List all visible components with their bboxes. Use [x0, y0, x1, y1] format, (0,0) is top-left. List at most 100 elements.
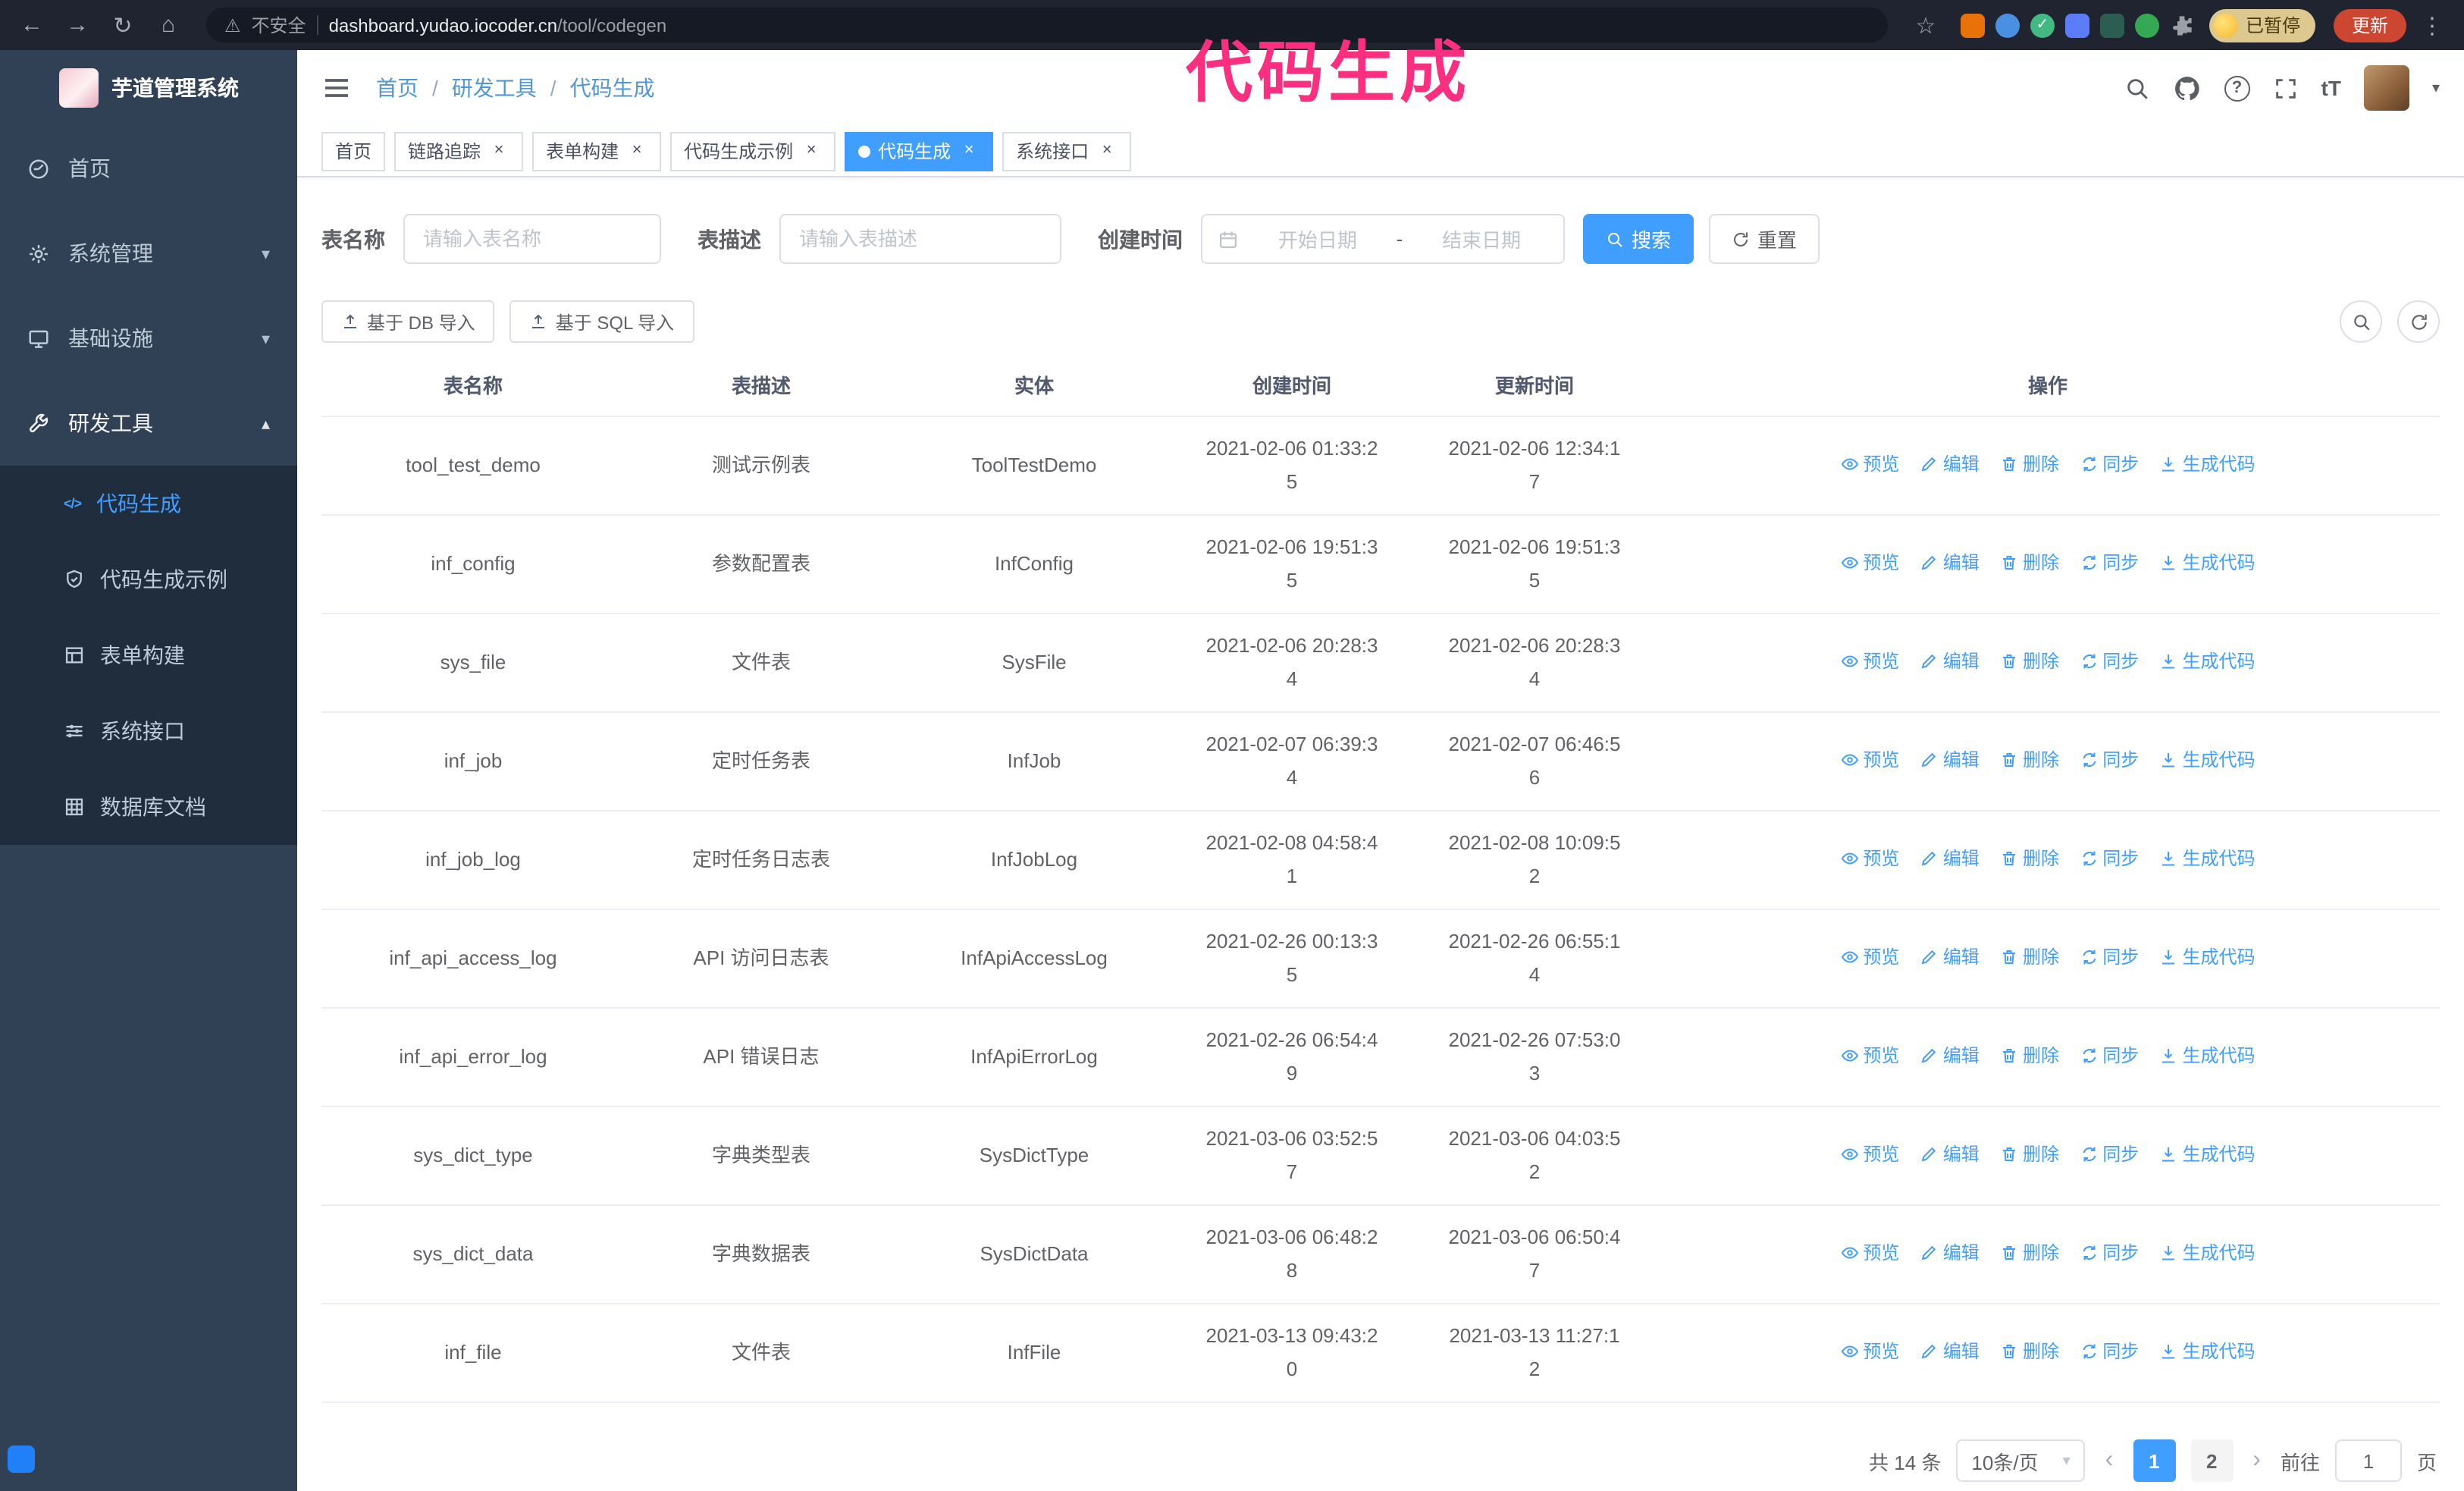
- bottom-left-blue-badge[interactable]: [8, 1445, 35, 1473]
- sidebar-item-home[interactable]: 首页: [0, 126, 297, 211]
- edit-link[interactable]: 编辑: [1920, 447, 1980, 481]
- preview-link[interactable]: 预览: [1840, 546, 1899, 579]
- font-size-icon[interactable]: tT: [2321, 76, 2341, 100]
- preview-link[interactable]: 预览: [1840, 1039, 1899, 1072]
- page-size-select[interactable]: 10条/页 ▾: [1956, 1439, 2086, 1482]
- user-avatar[interactable]: [2363, 65, 2409, 111]
- generate-code-link[interactable]: 生成代码: [2160, 1236, 2256, 1270]
- extensions-puzzle-icon[interactable]: [2170, 13, 2194, 37]
- edit-link[interactable]: 编辑: [1920, 645, 1980, 678]
- sidebar-item-system-management[interactable]: 系统管理 ▾: [0, 211, 297, 296]
- delete-link[interactable]: 删除: [2000, 1335, 2059, 1368]
- tab-codegen[interactable]: 代码生成 ×: [845, 131, 994, 171]
- import-sql-button[interactable]: 基于 SQL 导入: [509, 300, 694, 343]
- preview-link[interactable]: 预览: [1840, 743, 1899, 777]
- address-bar[interactable]: ⚠ 不安全 dashboard.yudao.iocoder.cn/tool/co…: [206, 8, 1888, 42]
- extension-icon-green-leaf[interactable]: [2134, 13, 2159, 37]
- tab-system-api[interactable]: 系统接口 ×: [1002, 131, 1132, 171]
- refresh-table-button[interactable]: [2397, 300, 2440, 343]
- chrome-update-button[interactable]: 更新: [2333, 8, 2406, 42]
- bookmark-star-icon[interactable]: ☆: [1906, 5, 1945, 45]
- generate-code-link[interactable]: 生成代码: [2160, 546, 2256, 579]
- sync-link[interactable]: 同步: [2080, 1039, 2139, 1072]
- edit-link[interactable]: 编辑: [1920, 1335, 1980, 1368]
- preview-link[interactable]: 预览: [1840, 1236, 1899, 1270]
- sync-link[interactable]: 同步: [2080, 1138, 2139, 1171]
- edit-link[interactable]: 编辑: [1920, 1039, 1980, 1072]
- tab-form-builder[interactable]: 表单构建 ×: [532, 131, 662, 171]
- delete-link[interactable]: 删除: [2000, 940, 2059, 974]
- reset-button[interactable]: 重置: [1709, 214, 1820, 264]
- vue-devtools-icon[interactable]: ✓: [2030, 13, 2055, 37]
- sidebar-subitem-form-builder[interactable]: 表单构建: [0, 617, 297, 693]
- delete-link[interactable]: 删除: [2000, 1039, 2059, 1072]
- page-1-button[interactable]: 1: [2133, 1439, 2176, 1482]
- browser-home-icon[interactable]: ⌂: [149, 5, 188, 45]
- avatar-caret-icon[interactable]: ▾: [2432, 80, 2440, 96]
- sidebar-subitem-codegen-example[interactable]: 代码生成示例: [0, 541, 297, 617]
- tab-close-icon[interactable]: ×: [1096, 140, 1118, 162]
- header-search-icon[interactable]: [2124, 75, 2150, 101]
- generate-code-link[interactable]: 生成代码: [2160, 842, 2256, 875]
- sync-link[interactable]: 同步: [2080, 1335, 2139, 1368]
- sync-link[interactable]: 同步: [2080, 645, 2139, 678]
- preview-link[interactable]: 预览: [1840, 1335, 1899, 1368]
- edit-link[interactable]: 编辑: [1920, 743, 1980, 777]
- edit-link[interactable]: 编辑: [1920, 546, 1980, 579]
- delete-link[interactable]: 删除: [2000, 645, 2059, 678]
- extension-icon-dark-green[interactable]: [2099, 13, 2124, 37]
- browser-reload-icon[interactable]: ↻: [103, 5, 143, 45]
- search-button[interactable]: 搜索: [1583, 214, 1694, 264]
- sync-link[interactable]: 同步: [2080, 447, 2139, 481]
- sidebar-subitem-system-api[interactable]: 系统接口: [0, 693, 297, 769]
- generate-code-link[interactable]: 生成代码: [2160, 743, 2256, 777]
- app-logo[interactable]: 芋道管理系统: [0, 50, 297, 126]
- profile-paused-badge[interactable]: 已暂停: [2209, 8, 2315, 42]
- delete-link[interactable]: 删除: [2000, 1236, 2059, 1270]
- delete-link[interactable]: 删除: [2000, 546, 2059, 579]
- sidebar-item-dev-tools[interactable]: 研发工具 ▴: [0, 381, 297, 466]
- sidebar-item-infrastructure[interactable]: 基础设施 ▾: [0, 296, 297, 381]
- generate-code-link[interactable]: 生成代码: [2160, 645, 2256, 678]
- preview-link[interactable]: 预览: [1840, 447, 1899, 481]
- create-time-range-picker[interactable]: 开始日期 - 结束日期: [1201, 214, 1565, 264]
- edit-link[interactable]: 编辑: [1920, 1236, 1980, 1270]
- sync-link[interactable]: 同步: [2080, 546, 2139, 579]
- generate-code-link[interactable]: 生成代码: [2160, 1335, 2256, 1368]
- breadcrumb-home[interactable]: 首页: [376, 73, 419, 103]
- delete-link[interactable]: 删除: [2000, 1138, 2059, 1171]
- delete-link[interactable]: 删除: [2000, 447, 2059, 481]
- sync-link[interactable]: 同步: [2080, 743, 2139, 777]
- sync-link[interactable]: 同步: [2080, 842, 2139, 875]
- tab-close-icon[interactable]: ×: [488, 140, 509, 162]
- help-icon[interactable]: ?: [2224, 75, 2250, 101]
- tab-close-icon[interactable]: ×: [626, 140, 647, 162]
- tab-trace[interactable]: 链路追踪 ×: [394, 131, 524, 171]
- fullscreen-icon[interactable]: [2273, 75, 2299, 101]
- generate-code-link[interactable]: 生成代码: [2160, 1138, 2256, 1171]
- next-page-button[interactable]: ›: [2248, 1448, 2265, 1473]
- preview-link[interactable]: 预览: [1840, 940, 1899, 974]
- edit-link[interactable]: 编辑: [1920, 1138, 1980, 1171]
- sidebar-subitem-codegen[interactable]: </> 代码生成: [0, 466, 297, 541]
- page-2-button[interactable]: 2: [2190, 1439, 2234, 1482]
- table-desc-input[interactable]: [779, 214, 1061, 264]
- prev-page-button[interactable]: ‹: [2101, 1448, 2118, 1473]
- toggle-search-button[interactable]: [2340, 300, 2382, 343]
- delete-link[interactable]: 删除: [2000, 743, 2059, 777]
- tab-codegen-example[interactable]: 代码生成示例 ×: [670, 131, 836, 171]
- preview-link[interactable]: 预览: [1840, 842, 1899, 875]
- generate-code-link[interactable]: 生成代码: [2160, 1039, 2256, 1072]
- browser-menu-dots-icon[interactable]: ⋮: [2412, 5, 2452, 45]
- edit-link[interactable]: 编辑: [1920, 940, 1980, 974]
- tab-home[interactable]: 首页: [321, 131, 386, 171]
- generate-code-link[interactable]: 生成代码: [2160, 940, 2256, 974]
- extension-icon-orange[interactable]: [1960, 13, 1985, 37]
- extension-icon-people[interactable]: [2064, 13, 2089, 37]
- delete-link[interactable]: 删除: [2000, 842, 2059, 875]
- breadcrumb-dev-tools[interactable]: 研发工具: [452, 73, 537, 103]
- table-name-input[interactable]: [403, 214, 661, 264]
- sidebar-subitem-db-docs[interactable]: 数据库文档: [0, 769, 297, 845]
- tab-close-icon[interactable]: ×: [801, 140, 822, 162]
- hamburger-icon[interactable]: [321, 73, 352, 103]
